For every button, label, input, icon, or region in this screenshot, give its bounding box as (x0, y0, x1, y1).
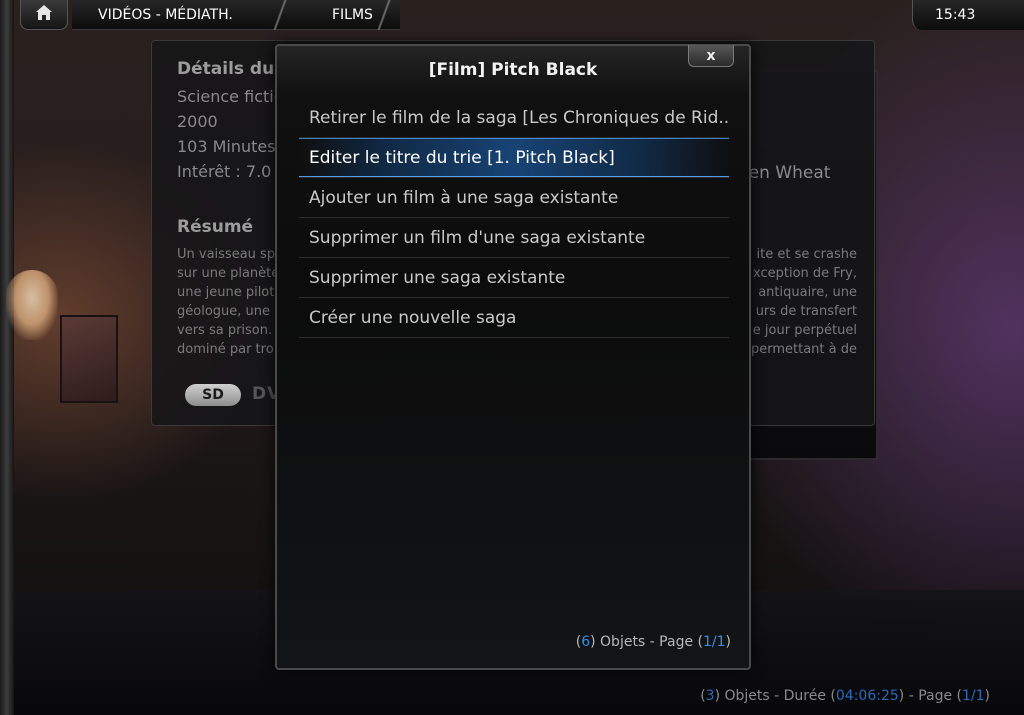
menu-item-remove-film-from-saga[interactable]: Supprimer un film d'une saga existante (299, 218, 729, 258)
menu-item-add-to-saga[interactable]: Ajouter un film à une saga existante (299, 178, 729, 218)
details-duration: 103 Minutes (177, 137, 276, 156)
menu-item-label: Supprimer un film d'une saga existante (309, 227, 646, 248)
context-menu-list: Retirer le film de la saga [Les Chroniqu… (299, 98, 729, 338)
context-menu-dialog: [Film] Pitch Black x Retirer le film de … (275, 44, 751, 670)
menu-item-label: Retirer le film de la saga [Les Chroniqu… (309, 107, 729, 128)
menu-item-label: Créer une nouvelle saga (309, 307, 517, 328)
close-button[interactable]: x (688, 45, 734, 67)
dialog-title: [Film] Pitch Black (428, 60, 598, 80)
menu-item-label: Editer le titre du trie [1. Pitch Black] (309, 147, 615, 168)
clock: 15:43 (912, 0, 1024, 30)
details-actor: ten Wheat (742, 163, 831, 183)
menu-item-delete-saga[interactable]: Supprimer une saga existante (299, 258, 729, 298)
menu-item-label: Ajouter un film à une saga existante (309, 187, 619, 208)
breadcrumb-label: FILMS (332, 6, 373, 23)
list-status: (3) Objets - Durée (04:06:25) - Page (1/… (700, 688, 990, 704)
menu-item-label: Supprimer une saga existante (309, 267, 566, 288)
status-label: ) Objets - Durée ( (714, 688, 836, 704)
clock-time: 15:43 (935, 7, 976, 23)
home-icon (35, 4, 53, 25)
status-label: ) - Page ( (898, 688, 962, 704)
menu-item-create-saga[interactable]: Créer une nouvelle saga (299, 298, 729, 338)
home-button[interactable] (20, 0, 68, 30)
sd-badge: SD (185, 384, 241, 406)
resume-title: Résumé (177, 217, 254, 237)
background-lamp (6, 270, 58, 340)
dialog-count: 6 (581, 634, 591, 650)
status-duration: 04:06:25 (835, 688, 899, 704)
background-wall-poster (60, 315, 118, 403)
breadcrumb-label: VIDÉOS - MÉDIATH. (98, 6, 233, 23)
status-paren: ) (984, 688, 990, 704)
status-label: ) Objets - Page ( (590, 634, 703, 650)
status-page: 1/1 (962, 688, 985, 704)
menu-item-edit-sort-title[interactable]: Editer le titre du trie [1. Pitch Black] (299, 138, 729, 178)
status-paren: ) (725, 634, 731, 650)
details-year: 2000 (177, 112, 218, 131)
status-count: 3 (705, 688, 715, 704)
left-edge-bar (0, 0, 14, 715)
menu-item-remove-from-saga[interactable]: Retirer le film de la saga [Les Chroniqu… (299, 98, 729, 138)
breadcrumb-separator (372, 0, 396, 30)
dialog-page: 1/1 (703, 634, 726, 650)
dialog-status: (6) Objets - Page (1/1) (576, 634, 731, 650)
close-icon: x (706, 47, 716, 64)
top-bar: VIDÉOS - MÉDIATH. FILMS 15:43 (0, 0, 1024, 32)
breadcrumb-separator (268, 0, 292, 30)
